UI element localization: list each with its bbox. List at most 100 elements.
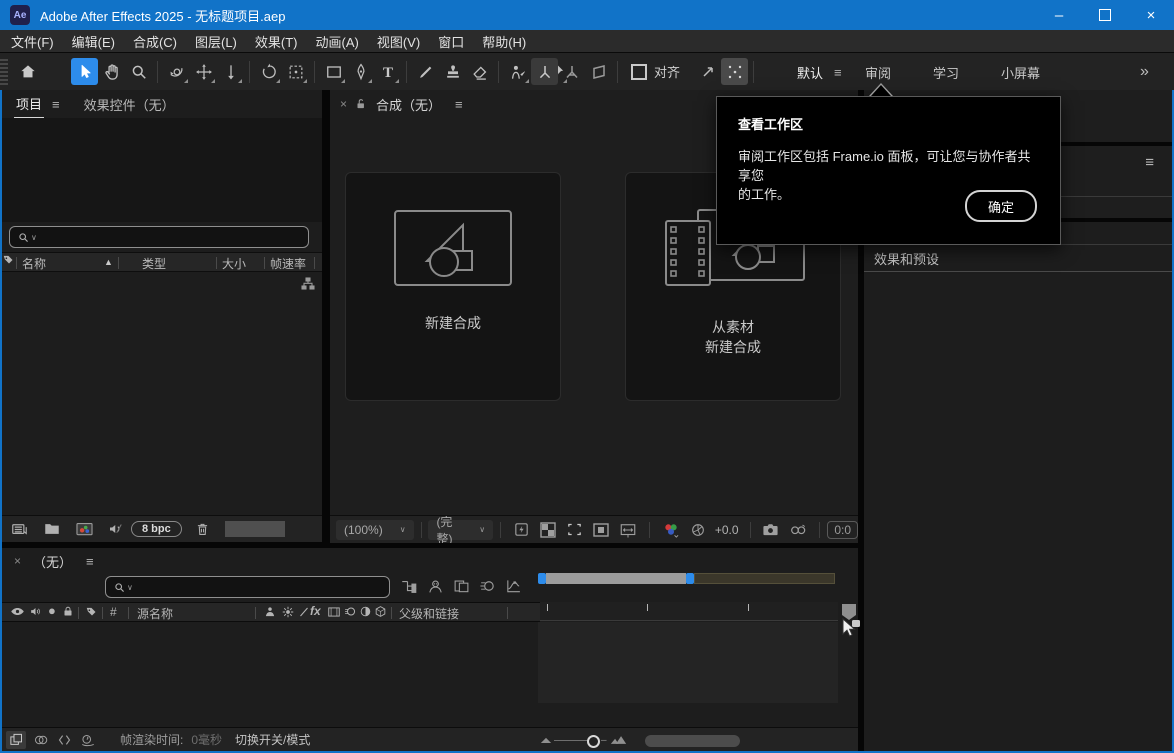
panel-menu-icon[interactable]: ≡	[455, 97, 463, 112]
local-axis-mode-button[interactable]	[531, 58, 558, 85]
toggle-switches-modes-button[interactable]: 切换开关/模式	[235, 731, 310, 748]
mask-visibility-button[interactable]	[593, 522, 609, 538]
column-name[interactable]: 名称	[22, 255, 46, 272]
column-divider[interactable]	[118, 257, 119, 269]
interpret-footage-icon[interactable]	[10, 520, 29, 539]
toolbar-grip-handle[interactable]	[0, 57, 8, 87]
column-divider[interactable]	[255, 607, 256, 619]
render-settings-icon[interactable]	[107, 520, 125, 538]
in-out-pane-button[interactable]	[54, 731, 74, 749]
panel-menu-icon[interactable]: ≡	[86, 554, 94, 569]
render-time-pane-button[interactable]	[78, 731, 98, 749]
column-divider[interactable]	[102, 607, 103, 619]
zoom-tool-button[interactable]	[125, 58, 152, 85]
menu-help[interactable]: 帮助(H)	[473, 32, 535, 51]
center-view-button[interactable]	[721, 58, 748, 85]
preview-timecode[interactable]: 0:0	[827, 521, 858, 539]
camera-region-tool-button[interactable]	[282, 58, 309, 85]
rectangle-tool-button[interactable]	[320, 58, 347, 85]
resolution-dropdown[interactable]: (完整)∨	[428, 520, 493, 540]
close-button[interactable]: ×	[1128, 0, 1174, 30]
panel-menu-icon[interactable]: ≡	[52, 97, 60, 112]
close-tab-icon[interactable]: ×	[340, 97, 347, 111]
menu-file[interactable]: 文件(F)	[2, 32, 63, 51]
menu-view[interactable]: 视图(V)	[368, 32, 429, 51]
snap-label[interactable]: 对齐	[654, 62, 680, 81]
pan-camera-tool-button[interactable]	[190, 58, 217, 85]
work-area-bar[interactable]	[694, 573, 835, 584]
panel-menu-icon[interactable]: ≡	[1145, 154, 1154, 171]
workspace-tab-default[interactable]: 默认	[797, 53, 823, 91]
shy-button[interactable]	[427, 578, 444, 594]
work-area-end-handle[interactable]	[686, 573, 694, 584]
world-axis-mode-button[interactable]	[558, 58, 585, 85]
channel-rgb-button[interactable]	[662, 522, 680, 538]
text-tool-button[interactable]: T	[374, 58, 401, 85]
column-number[interactable]: #	[110, 605, 117, 619]
column-size[interactable]: 大小	[222, 255, 246, 272]
time-navigator-bar[interactable]	[546, 573, 686, 584]
exposure-reset-button[interactable]	[690, 522, 706, 538]
close-tab-icon[interactable]: ×	[14, 554, 21, 568]
delete-trash-icon[interactable]	[194, 521, 211, 538]
sort-ascending-icon[interactable]: ▲	[104, 257, 113, 267]
menu-layer[interactable]: 图层(L)	[186, 32, 246, 51]
collapse-transformations-icon[interactable]	[281, 605, 295, 619]
new-folder-icon[interactable]	[43, 520, 61, 538]
layer-switches-pane-button[interactable]	[6, 731, 26, 749]
timeline-track-area[interactable]	[538, 622, 838, 703]
zoom-slider-handle[interactable]	[587, 735, 600, 748]
column-divider[interactable]	[507, 607, 508, 619]
show-snapshot-button[interactable]	[789, 522, 807, 537]
column-divider[interactable]	[216, 257, 217, 269]
effects-presets-panel-header[interactable]: 效果和预设	[864, 246, 1172, 272]
workspace-menu[interactable]: ≡	[834, 53, 842, 91]
brush-tool-button[interactable]	[412, 58, 439, 85]
flowchart-icon[interactable]	[300, 276, 316, 292]
rotate-tool-button[interactable]	[255, 58, 282, 85]
exposure-value[interactable]: +0.0	[715, 523, 739, 537]
new-composition-icon[interactable]	[75, 520, 94, 539]
timeline-search-input[interactable]: ∨	[105, 576, 390, 598]
zoom-slider-track[interactable]	[554, 740, 596, 741]
home-button[interactable]	[14, 58, 41, 85]
shy-switch-icon[interactable]	[263, 605, 277, 619]
timeline-horizontal-scrollbar[interactable]	[645, 735, 740, 747]
timeline-tab-label[interactable]: （无）	[33, 552, 72, 571]
motion-blur-button[interactable]	[479, 578, 496, 594]
tab-effect-controls[interactable]: 效果控件（无）	[84, 95, 175, 114]
audio-speaker-icon[interactable]	[29, 605, 42, 618]
ok-button[interactable]: 确定	[965, 190, 1037, 222]
time-ruler[interactable]	[538, 602, 838, 621]
adjustment-layer-switch-icon[interactable]	[359, 605, 372, 618]
tab-project[interactable]: 项目	[14, 90, 44, 119]
column-divider[interactable]	[264, 257, 265, 269]
shared-view-button[interactable]	[694, 58, 721, 85]
snap-checkbox[interactable]	[631, 64, 647, 80]
view-axis-mode-button[interactable]	[585, 58, 612, 85]
column-type[interactable]: 类型	[142, 255, 166, 272]
video-eye-icon[interactable]	[10, 605, 25, 618]
zoom-in-mountains-icon[interactable]	[610, 734, 627, 746]
column-parent-link[interactable]: 父级和链接	[399, 605, 459, 622]
pixel-aspect-correction-button[interactable]	[619, 522, 637, 538]
3d-layer-switch-icon[interactable]	[374, 605, 387, 618]
transparency-grid-button[interactable]	[540, 522, 556, 538]
eraser-tool-button[interactable]	[466, 58, 493, 85]
hand-tool-button[interactable]	[98, 58, 125, 85]
frame-blending-button[interactable]	[453, 578, 470, 594]
quality-switch-icon[interactable]	[298, 605, 310, 619]
column-divider[interactable]	[391, 607, 392, 619]
orbit-camera-tool-button[interactable]	[163, 58, 190, 85]
column-divider[interactable]	[128, 607, 129, 619]
menu-window[interactable]: 窗口	[429, 32, 473, 51]
magnification-dropdown[interactable]: (100%)∨	[336, 520, 414, 540]
new-composition-card[interactable]: 新建合成	[345, 172, 561, 401]
fast-previews-button[interactable]	[513, 521, 530, 538]
menu-composition[interactable]: 合成(C)	[124, 32, 186, 51]
minimize-button[interactable]: –	[1036, 0, 1082, 30]
dolly-camera-tool-button[interactable]	[217, 58, 244, 85]
roto-brush-tool-button[interactable]	[504, 58, 531, 85]
menu-edit[interactable]: 编辑(E)	[63, 32, 124, 51]
transfer-controls-pane-button[interactable]	[30, 731, 50, 749]
